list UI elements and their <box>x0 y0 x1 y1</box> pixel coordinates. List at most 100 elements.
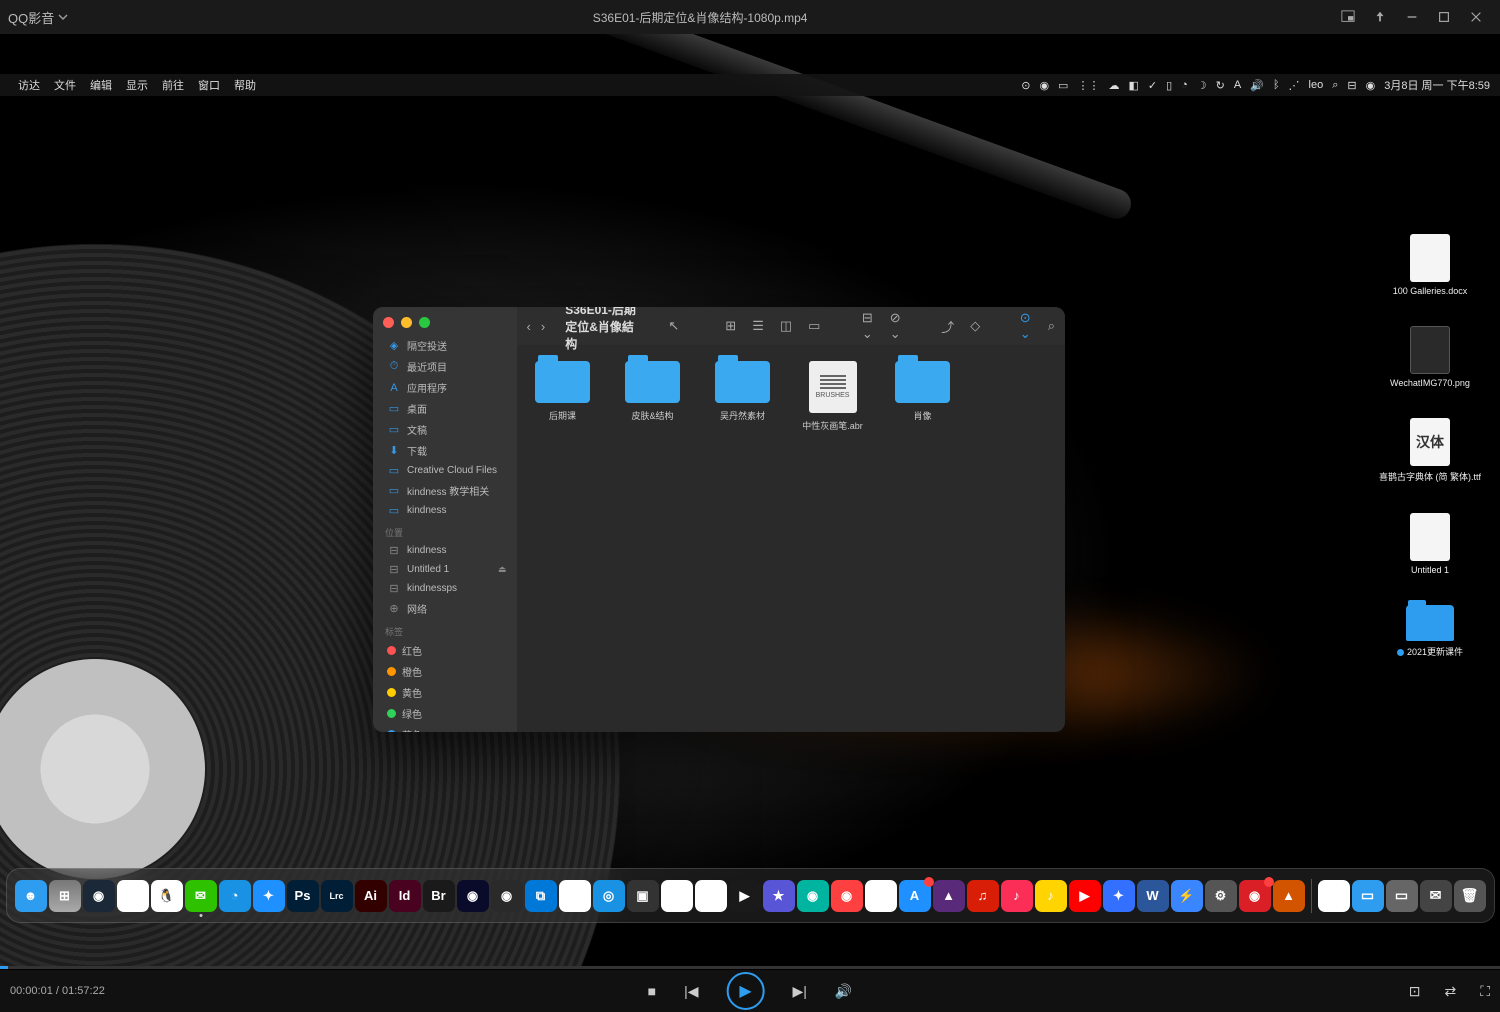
dock-app-downloads[interactable]: ▭ <box>1352 880 1384 912</box>
menu-file[interactable]: 文件 <box>54 77 76 93</box>
next-button[interactable]: ▶| <box>793 983 807 1000</box>
minimize-button[interactable] <box>1396 5 1428 29</box>
playlist-button[interactable]: ⇄ <box>1444 983 1456 1000</box>
dock-app-illustrator[interactable]: Ai <box>355 880 387 912</box>
dock-app-creative-cloud[interactable]: ◉ <box>1239 880 1271 912</box>
bar-icon[interactable]: ▯ <box>1166 79 1172 92</box>
action-menu[interactable]: ⊘ ⌄ <box>890 310 902 342</box>
dock-app-captureone[interactable]: ◉ <box>457 880 489 912</box>
close-traffic[interactable] <box>383 317 394 328</box>
dock-app-appstore[interactable]: A <box>899 880 931 912</box>
more-button[interactable]: ⊙ ⌄ <box>1020 310 1032 342</box>
sidebar-tag[interactable]: 红色 <box>373 640 517 661</box>
desktop-item[interactable]: 汉体喜鹊古字典体 (简 繁体).ttf <box>1370 418 1490 483</box>
user-label[interactable]: leo <box>1309 79 1324 91</box>
rec-icon[interactable]: ⊙ <box>1021 79 1030 92</box>
desktop-item[interactable]: 100 Galleries.docx <box>1370 234 1490 296</box>
sidebar-tag[interactable]: 蓝色 <box>373 724 517 732</box>
share-button[interactable]: ⤴ <box>941 317 954 336</box>
dock-app-thunder[interactable]: ⚡ <box>1171 880 1203 912</box>
dock-app-tencent-video[interactable]: ▶ <box>729 880 761 912</box>
dock-app-settings[interactable]: ⚙ <box>1205 880 1237 912</box>
moon-icon[interactable]: ☽ <box>1197 79 1207 92</box>
back-button[interactable]: ‹ <box>527 319 531 334</box>
dock-app-word[interactable]: W <box>1137 880 1169 912</box>
headset-icon[interactable]: ◔ <box>1181 79 1188 91</box>
dock-app-youtube[interactable]: ▶ <box>1069 880 1101 912</box>
dock-app-lightroom[interactable]: Lrc <box>321 880 353 912</box>
dock-app-app2[interactable]: ◎ <box>593 880 625 912</box>
datetime-label[interactable]: 3月8日 周一 下午8:59 <box>1384 77 1490 93</box>
dock-app-wechat[interactable]: ✉ <box>185 880 217 912</box>
view-icons[interactable]: ⊞ <box>725 318 736 334</box>
sidebar-item[interactable]: ▭kindness 教学相关 <box>373 480 517 501</box>
dock-app-affinity2[interactable]: ▲ <box>1273 880 1305 912</box>
sidebar-item[interactable]: ▭kindness <box>373 501 517 520</box>
menu-window[interactable]: 窗口 <box>198 77 220 93</box>
close-button[interactable] <box>1460 5 1492 29</box>
sidebar-item[interactable]: ⏱最近项目 <box>373 356 517 377</box>
spotlight-icon[interactable]: ⌕ <box>1332 79 1338 92</box>
dock-app-indesign[interactable]: Id <box>389 880 421 912</box>
search-button[interactable]: ⌕ <box>1048 318 1055 334</box>
eye-icon[interactable]: ◉ <box>1039 79 1049 92</box>
tag-button[interactable]: ◇ <box>970 318 980 334</box>
bluetooth-icon[interactable]: ᛒ <box>1273 79 1280 91</box>
desktop-item[interactable]: WechatIMG770.png <box>1370 326 1490 388</box>
file-item[interactable]: BRUSHES中性灰画笔.abr <box>797 361 869 432</box>
sidebar-item[interactable]: ⬇下载 <box>373 440 517 461</box>
view-columns[interactable]: ◫ <box>780 318 792 334</box>
menu-help[interactable]: 帮助 <box>234 77 256 93</box>
maximize-button[interactable] <box>1428 5 1460 29</box>
sync-icon[interactable]: ↻ <box>1216 79 1225 92</box>
menu-view[interactable]: 显示 <box>126 77 148 93</box>
dock-app-imovie[interactable]: ★ <box>763 880 795 912</box>
menu-edit[interactable]: 编辑 <box>90 77 112 93</box>
file-item[interactable]: 皮肤&结构 <box>617 361 689 432</box>
dock-app-aliwangwang[interactable]: ◔ <box>219 880 251 912</box>
sidebar-item[interactable]: ⊟Untitled 1⏏ <box>373 560 517 579</box>
group-menu[interactable]: ⊟ ⌄ <box>862 310 874 342</box>
finder-file-grid[interactable]: 后期课皮肤&结构吴丹然素材BRUSHES中性灰画笔.abr肖像 <box>517 345 1065 732</box>
menu-go[interactable]: 前往 <box>162 77 184 93</box>
file-item[interactable]: 后期课 <box>527 361 599 432</box>
sidebar-item[interactable]: ▭桌面 <box>373 398 517 419</box>
dock-app-qq[interactable]: 🐧 <box>151 880 183 912</box>
view-gallery[interactable]: ▭ <box>808 318 820 334</box>
file-item[interactable]: 肖像 <box>887 361 959 432</box>
dock-app-chrome[interactable]: ◎ <box>117 880 149 912</box>
dock-app-music[interactable]: ♪ <box>1001 880 1033 912</box>
app-icon[interactable]: ⋮⋮ <box>1077 79 1099 92</box>
snapshot-button[interactable]: ⊡ <box>1409 983 1421 1000</box>
sidebar-item[interactable]: A应用程序 <box>373 377 517 398</box>
sidebar-tag[interactable]: 黄色 <box>373 682 517 703</box>
sidebar-item[interactable]: ▭文稿 <box>373 419 517 440</box>
dock-app-finder[interactable]: ☻ <box>15 880 47 912</box>
dock-app-stats[interactable]: ▦ <box>559 880 591 912</box>
desktop-item[interactable]: 2021更新课件 <box>1370 605 1490 658</box>
screen-icon[interactable]: ▭ <box>1058 79 1068 92</box>
control-center-icon[interactable]: ⊟ <box>1347 79 1356 92</box>
dock-app-folder2[interactable]: ▭ <box>1386 880 1418 912</box>
wifi-icon[interactable]: ⋰ <box>1289 79 1300 92</box>
view-list[interactable]: ☰ <box>752 318 764 334</box>
sidebar-tag[interactable]: 橙色 <box>373 661 517 682</box>
sidebar-item[interactable]: ⊕网络 <box>373 598 517 619</box>
dock-app-screenshot[interactable]: ▣ <box>627 880 659 912</box>
dock-app-qqmusic[interactable]: ♪ <box>1035 880 1067 912</box>
app-menu[interactable]: QQ影音 <box>8 8 68 27</box>
dock-app-safari[interactable]: ✦ <box>253 880 285 912</box>
zoom-traffic[interactable] <box>419 317 430 328</box>
siri-icon[interactable]: ◉ <box>1366 79 1376 92</box>
volume-button[interactable]: 🔊 <box>835 983 852 1000</box>
dock-app-notes[interactable]: ✎ <box>1318 880 1350 912</box>
forward-button[interactable]: › <box>541 319 545 334</box>
desktop-item[interactable]: Untitled 1 <box>1370 513 1490 575</box>
dock-app-feishu[interactable]: ✦ <box>1103 880 1135 912</box>
volume-icon[interactable]: 🔊 <box>1250 79 1264 92</box>
dock-app-live[interactable]: ◉ <box>831 880 863 912</box>
dock-app-obs[interactable]: ◉ <box>491 880 523 912</box>
eject-icon[interactable]: ⏏ <box>498 564 507 575</box>
play-button[interactable]: ▶ <box>727 972 765 1010</box>
dock-app-netease[interactable]: ♫ <box>967 880 999 912</box>
